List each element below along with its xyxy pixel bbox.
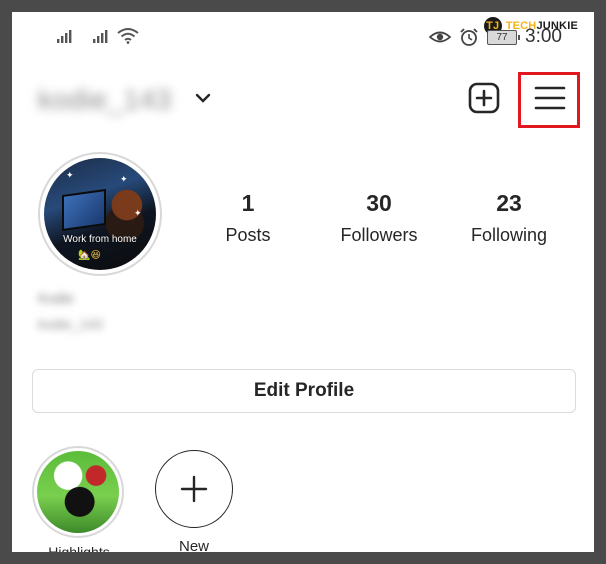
laptop-screen [62, 188, 106, 232]
following-count: 23 [496, 190, 522, 216]
wifi-icon [117, 28, 139, 44]
new-post-button[interactable] [468, 82, 500, 114]
sparkle-icon: ✦ [134, 208, 142, 218]
posts-count: 1 [241, 190, 255, 216]
posts-label: Posts [225, 225, 271, 245]
avatar[interactable]: ✦ ✦ ✦ Work from home 🏡😆 [44, 158, 156, 270]
bio-name: Kodie [38, 290, 74, 306]
battery-indicator: 77 [487, 29, 521, 45]
alarm-icon [460, 28, 478, 46]
menu-highlight-box [518, 72, 580, 128]
new-highlight-button[interactable] [155, 450, 233, 528]
signal-icon [93, 30, 108, 43]
sparkle-icon: ✦ [120, 174, 128, 184]
signal-icon [57, 30, 72, 43]
plus-icon [180, 475, 208, 503]
followers-stat[interactable]: 30 Followers [314, 190, 444, 246]
status-bar: 77 3:00 [12, 26, 594, 50]
username-title[interactable]: kodie_143 [38, 84, 172, 116]
eye-icon [429, 31, 452, 43]
bio-handle: kodie_143 [38, 316, 103, 332]
avatar-caption: Work from home [63, 234, 137, 245]
chevron-down-icon[interactable] [195, 92, 211, 104]
edit-profile-button[interactable]: Edit Profile [32, 369, 576, 413]
followers-count: 30 [366, 190, 392, 216]
profile-header: kodie_143 [12, 80, 594, 120]
avatar-emoji: 🏡😆 [78, 250, 101, 261]
highlight-thumbnail[interactable] [37, 451, 119, 533]
clock-time: 3:00 [525, 26, 562, 47]
posts-stat[interactable]: 1 Posts [183, 190, 313, 246]
following-label: Following [470, 225, 548, 245]
following-stat[interactable]: 23 Following [444, 190, 574, 246]
new-highlight-label: New [178, 538, 209, 552]
app-screen: TJ TECH JUNKIE 77 3:00 kodie_143 ✦ ✦ ✦ W… [12, 12, 594, 552]
sparkle-icon: ✦ [66, 170, 74, 180]
highlight-label: Highlights [48, 544, 110, 552]
followers-label: Followers [340, 225, 418, 245]
